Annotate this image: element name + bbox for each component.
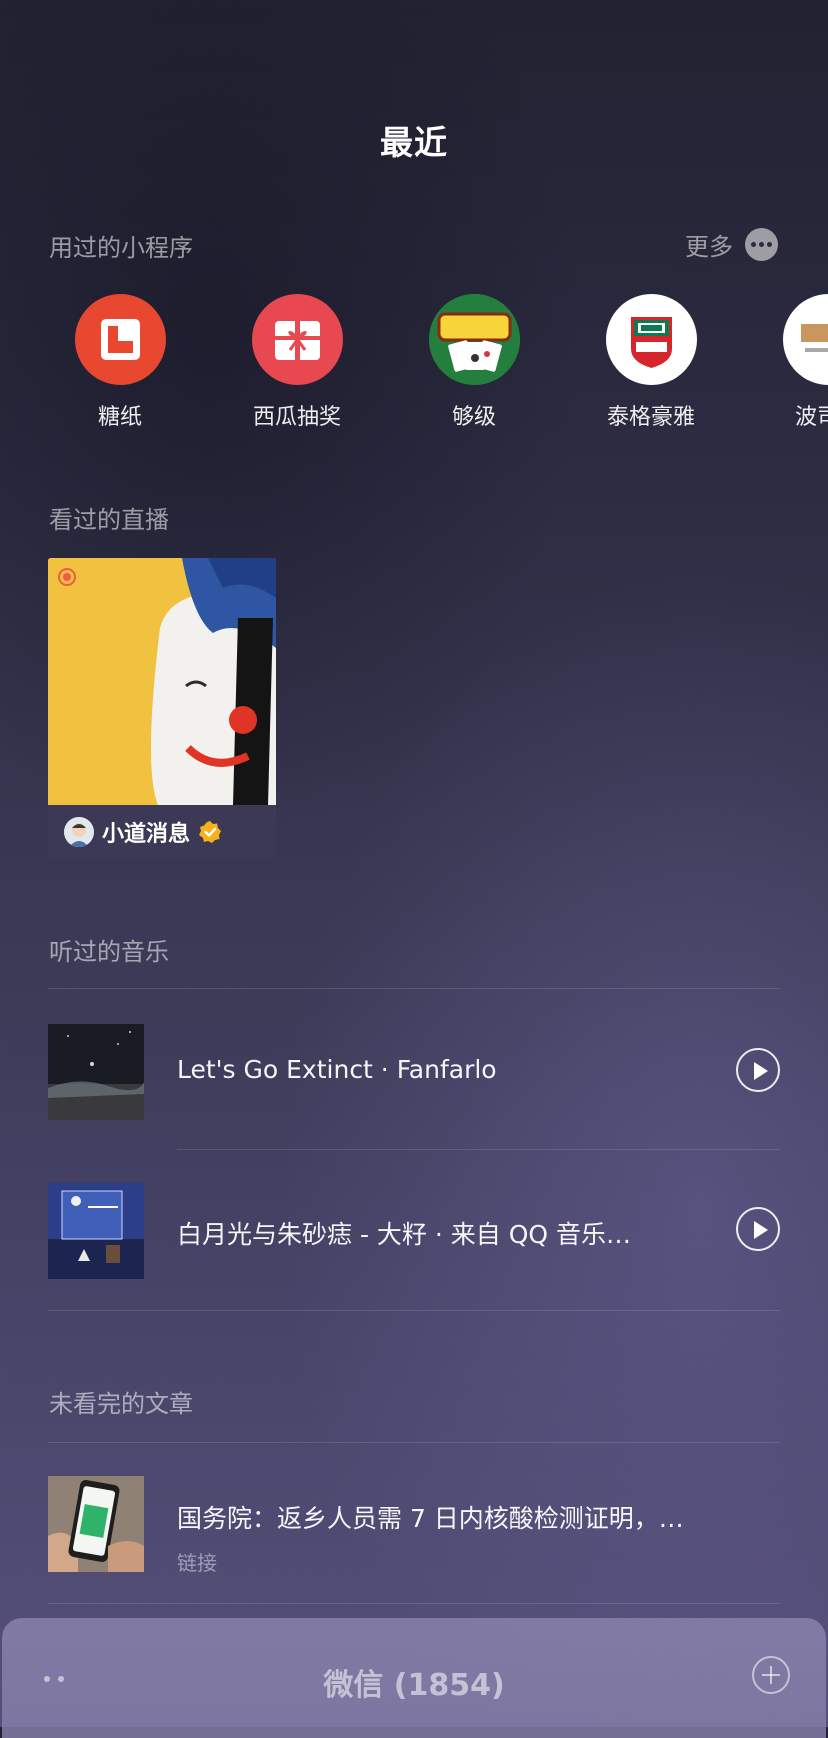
tag-heuer-logo-icon xyxy=(606,294,697,385)
play-button[interactable] xyxy=(736,1048,780,1092)
divider xyxy=(48,1310,780,1311)
music-title: Let's Go Extinct · Fanfarlo xyxy=(177,1055,697,1084)
music-row[interactable]: Let's Go Extinct · Fanfarlo xyxy=(0,989,828,1149)
page-title: 最近 xyxy=(0,116,828,164)
gouji-card-game-icon xyxy=(429,294,520,385)
tangzhi-logo-icon xyxy=(75,294,166,385)
more-dots-icon xyxy=(745,228,778,261)
mini-program-xigua-lottery[interactable]: 西瓜抽奖 xyxy=(227,294,367,431)
bottom-bar-title: 微信 (1854) xyxy=(2,1660,826,1704)
article-row[interactable]: 国务院：返乡人员需 7 日内核酸检测证明，… 链接 xyxy=(0,1443,828,1603)
mini-program-gouji[interactable]: 够级 xyxy=(404,294,544,431)
mini-program-row[interactable]: 糖纸 西瓜抽奖 够 xyxy=(0,294,828,434)
live-card-footer: 小道消息 xyxy=(48,805,276,859)
gift-box-icon xyxy=(252,294,343,385)
mini-program-label: 西瓜抽奖 xyxy=(227,399,367,431)
album-cover xyxy=(48,1183,144,1279)
live-card[interactable]: 小道消息 xyxy=(48,558,276,859)
live-section-label: 看过的直播 xyxy=(49,500,169,535)
divider xyxy=(48,1603,780,1604)
live-indicator-icon xyxy=(58,568,76,586)
play-button[interactable] xyxy=(736,1207,780,1251)
music-row[interactable]: 白月光与朱砂痣 - 大籽 · 来自 QQ 音乐… xyxy=(0,1150,828,1310)
bottom-chat-bar[interactable]: 微信 (1854) xyxy=(2,1618,826,1738)
mini-programs-section-label: 用过的小程序 xyxy=(49,228,193,263)
article-type: 链接 xyxy=(177,1547,217,1576)
mini-program-label: 够级 xyxy=(404,399,544,431)
mini-program-tag-heuer[interactable]: 泰格豪雅 xyxy=(581,294,721,431)
mini-program-tangzhi[interactable]: 糖纸 xyxy=(50,294,190,431)
music-title: 白月光与朱砂痣 - 大籽 · 来自 QQ 音乐… xyxy=(177,1215,697,1251)
articles-section-label: 未看完的文章 xyxy=(49,1384,193,1419)
mini-program-bosideng[interactable]: 波司登 xyxy=(758,294,828,431)
album-cover xyxy=(48,1024,144,1120)
avatar xyxy=(64,817,94,847)
mini-program-label: 糖纸 xyxy=(50,399,190,431)
live-thumbnail xyxy=(48,558,276,805)
verified-badge-icon xyxy=(198,820,222,844)
mini-program-label: 泰格豪雅 xyxy=(581,399,721,431)
live-channel-name: 小道消息 xyxy=(102,816,190,848)
music-section-label: 听过的音乐 xyxy=(49,932,169,967)
article-thumbnail xyxy=(48,1476,144,1572)
more-mini-programs-button[interactable]: 更多 xyxy=(685,227,778,262)
article-title: 国务院：返乡人员需 7 日内核酸检测证明，… xyxy=(177,1499,757,1535)
more-label: 更多 xyxy=(685,227,733,262)
add-icon[interactable] xyxy=(752,1656,790,1694)
mini-program-label: 波司登 xyxy=(758,399,828,431)
bosideng-logo-icon xyxy=(783,294,828,385)
